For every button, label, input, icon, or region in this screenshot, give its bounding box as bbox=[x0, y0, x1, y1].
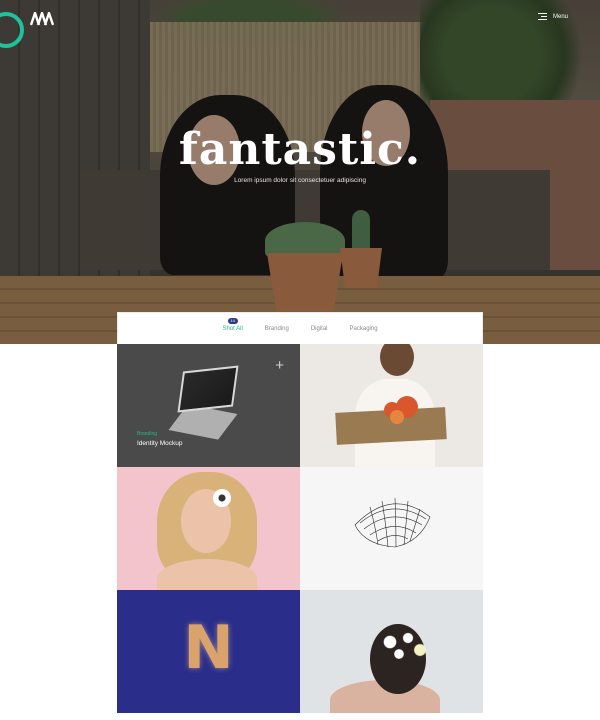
portfolio-item-oranges[interactable] bbox=[300, 344, 483, 467]
filter-branding[interactable]: Branding bbox=[265, 326, 289, 344]
filter-label: Packaging bbox=[349, 326, 378, 332]
portfolio-item-title: Identity Mockup bbox=[137, 440, 183, 447]
filter-show-all[interactable]: 14 Shot All bbox=[222, 318, 243, 344]
filter-digital[interactable]: Digital bbox=[311, 326, 328, 344]
filter-label: Branding bbox=[264, 326, 289, 332]
portfolio-filter-bar: 14 Shot All Branding Digital Packaging bbox=[117, 312, 483, 344]
figure-hair-shape bbox=[380, 344, 414, 376]
wire-dome-graphic bbox=[354, 497, 431, 548]
filter-count-badge: 14 bbox=[227, 318, 238, 324]
flower-icon bbox=[213, 489, 231, 507]
filter-label: Digital bbox=[310, 326, 328, 332]
neon-letter: N bbox=[183, 613, 234, 683]
menu-button[interactable]: Menu bbox=[537, 13, 568, 20]
portfolio-item-category: Branding bbox=[137, 431, 158, 437]
brand-m-logo[interactable] bbox=[30, 12, 54, 26]
portfolio-item-portrait-flower[interactable] bbox=[117, 467, 300, 590]
hero-subtitle: Lorem ipsum dolor sit consectetuer adipi… bbox=[234, 177, 366, 184]
laptop-screen-shape bbox=[177, 365, 239, 413]
hero-title: fantastic. bbox=[178, 124, 422, 175]
menu-label: Menu bbox=[552, 13, 568, 20]
flowers-graphic bbox=[372, 626, 432, 666]
filter-packaging[interactable]: Packaging bbox=[350, 326, 378, 344]
portfolio-grid: + Branding Identity Mockup N bbox=[117, 344, 483, 713]
portfolio-item-neon-letter[interactable]: N bbox=[117, 590, 300, 713]
filter-label: Shot All bbox=[222, 326, 243, 332]
hamburger-icon bbox=[537, 13, 547, 20]
portfolio-item-flower-crown[interactable] bbox=[300, 590, 483, 713]
orange-shape bbox=[390, 410, 404, 424]
hero-section: Menu fantastic. Lorem ipsum dolor sit co… bbox=[0, 0, 600, 344]
plus-icon[interactable]: + bbox=[275, 358, 284, 373]
portfolio-item-identity-mockup[interactable]: + Branding Identity Mockup bbox=[117, 344, 300, 467]
portfolio-item-wire-dome[interactable] bbox=[300, 467, 483, 590]
